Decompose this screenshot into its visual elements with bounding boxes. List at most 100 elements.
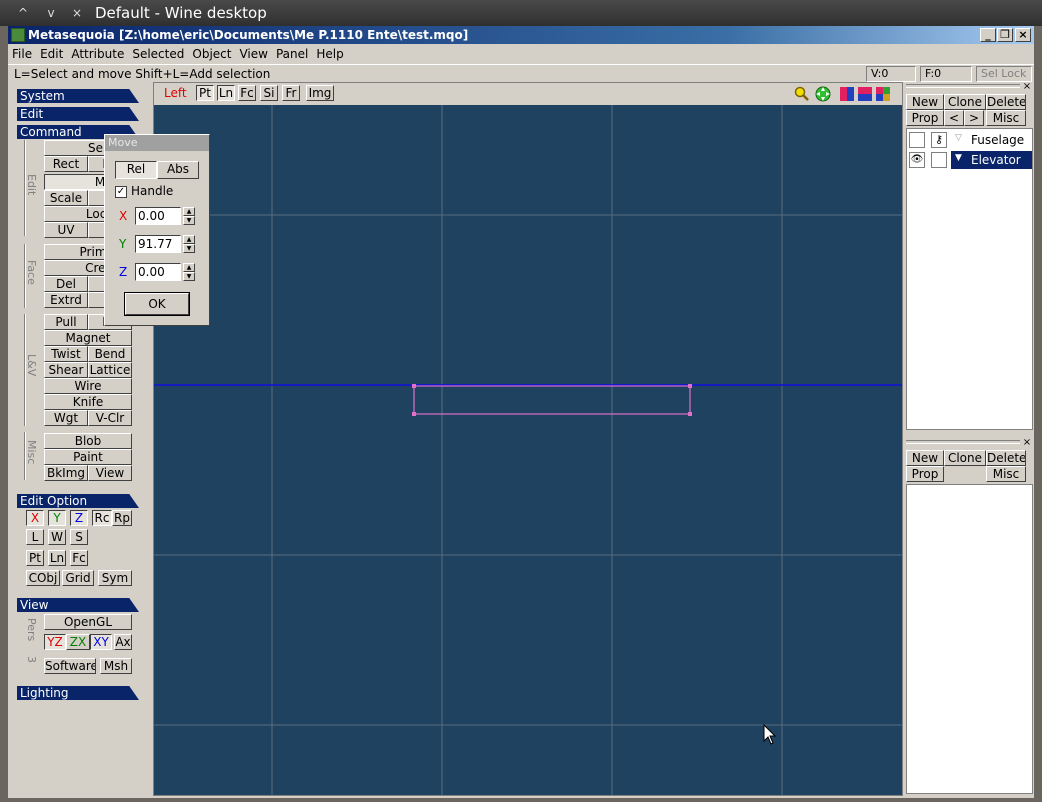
object-row-elevator[interactable]: 👁 ▼ Elevator [907,151,1032,169]
y-value-input[interactable]: 91.77 [135,235,181,253]
handle-checkbox[interactable]: ✓ [115,186,127,198]
material-prop-button[interactable]: Prop [906,466,944,482]
view-xy-button[interactable]: XY [90,634,112,650]
material-misc-button[interactable]: Misc [986,466,1026,482]
object-next-button[interactable]: > [964,110,984,126]
lock-y-toggle[interactable]: Y [48,510,66,526]
menu-help[interactable]: Help [312,44,347,64]
view-name-label[interactable]: Left [164,86,187,100]
menu-object[interactable]: Object [188,44,235,64]
roll-down-icon[interactable]: v [42,4,60,22]
tab-si[interactable]: Si [260,85,278,101]
tab-img[interactable]: Img [306,85,334,101]
quad-view-icon[interactable] [876,87,890,101]
clone-object-button[interactable]: Clone [944,94,986,110]
symmetry-toggle[interactable]: Sym [98,570,132,586]
menu-selected[interactable]: Selected [128,44,188,64]
z-value-input[interactable]: 0.00 [135,263,181,281]
twist-button[interactable]: Twist [44,346,88,362]
tab-fc[interactable]: Fc [238,85,256,101]
rp-toggle[interactable]: Rp [112,510,132,526]
3d-canvas[interactable] [154,105,902,795]
software-button[interactable]: Software [44,658,96,674]
roll-up-icon[interactable]: ^ [14,4,32,22]
magnet-button[interactable]: Magnet [44,330,132,346]
section-edit[interactable]: Edit [17,107,139,121]
vertex-color-button[interactable]: V-Clr [88,410,132,426]
bend-button[interactable]: Bend [88,346,132,362]
new-material-button[interactable]: New [906,450,944,466]
current-object-toggle[interactable]: CObj [26,570,60,586]
opengl-button[interactable]: OpenGL [44,614,132,630]
lock-toggle[interactable] [931,152,947,168]
y-spinner[interactable]: ▲ ▼ [183,235,195,253]
maximize-button[interactable]: ❐ [997,28,1013,42]
rect-button[interactable]: Rect [44,156,88,172]
object-row-fuselage[interactable]: ⚷ ▽ Fuselage [907,131,1032,149]
tab-fr[interactable]: Fr [282,85,300,101]
sel-lock-button[interactable]: Sel Lock [976,66,1032,82]
blob-button[interactable]: Blob [44,433,132,449]
desktop-close-icon[interactable]: × [68,4,86,22]
wire-button[interactable]: Wire [44,378,132,394]
delete-material-button[interactable]: Delete [986,450,1026,466]
menu-panel[interactable]: Panel [272,44,312,64]
lattice-button[interactable]: Lattice [88,362,132,378]
menu-attribute[interactable]: Attribute [67,44,128,64]
collapse-arrow-icon[interactable]: ▽ [955,133,962,143]
l-toggle[interactable]: L [26,529,44,545]
fc-toggle[interactable]: Fc [70,550,88,566]
object-prev-button[interactable]: < [944,110,964,126]
pull-button[interactable]: Pull [44,314,88,330]
x-spinner[interactable]: ▲ ▼ [183,207,195,225]
ln-toggle[interactable]: Ln [48,550,66,566]
close-button[interactable]: × [1015,28,1031,42]
view-yz-button[interactable]: YZ [44,634,66,650]
uv-button[interactable]: UV [44,222,88,238]
pt-toggle[interactable]: Pt [26,550,44,566]
expand-arrow-icon[interactable]: ▼ [955,153,962,163]
view-zx-button[interactable]: ZX [66,634,90,650]
material-panel-close-icon[interactable]: × [1021,438,1033,448]
rc-toggle[interactable]: Rc [92,510,112,526]
menu-file[interactable]: File [8,44,36,64]
new-object-button[interactable]: New [906,94,944,110]
del-button[interactable]: Del [44,276,88,292]
section-system[interactable]: System [17,89,139,103]
lock-icon[interactable]: ⚷ [931,132,947,148]
visibility-toggle[interactable] [909,132,925,148]
pan-icon[interactable] [814,85,832,103]
paint-button[interactable]: Paint [44,449,132,465]
section-view[interactable]: View [17,598,139,612]
section-edit-option[interactable]: Edit Option [17,494,139,508]
knife-button[interactable]: Knife [44,394,132,410]
absolute-button[interactable]: Abs [157,161,199,179]
panel-grip[interactable] [906,84,1020,88]
delete-object-button[interactable]: Delete [986,94,1026,110]
split-view-left-icon[interactable] [840,87,854,101]
view-button[interactable]: View [88,465,132,481]
minimize-button[interactable]: _ [980,28,996,42]
mesh-button[interactable]: Msh [100,658,132,674]
panel-grip[interactable] [906,440,1020,444]
menu-edit[interactable]: Edit [36,44,67,64]
x-value-input[interactable]: 0.00 [135,207,181,225]
object-panel-close-icon[interactable]: × [1021,82,1033,92]
bkimg-button[interactable]: BkImg [44,465,88,481]
section-lighting[interactable]: Lighting [17,686,139,700]
tab-ln[interactable]: Ln [217,85,235,101]
axis-button[interactable]: Ax [114,634,132,650]
shear-button[interactable]: Shear [44,362,88,378]
lock-x-toggle[interactable]: X [26,510,44,526]
w-toggle[interactable]: W [48,529,66,545]
scale-button[interactable]: Scale [44,190,88,206]
extrude-button[interactable]: Extrd [44,292,88,308]
relative-button[interactable]: Rel [115,161,157,179]
split-view-top-icon[interactable] [858,87,872,101]
clone-material-button[interactable]: Clone [944,450,986,466]
lock-z-toggle[interactable]: Z [70,510,88,526]
menu-view[interactable]: View [235,44,271,64]
ok-button[interactable]: OK [124,292,190,316]
zoom-icon[interactable] [794,86,810,102]
move-dialog-title[interactable]: Move [105,135,209,151]
